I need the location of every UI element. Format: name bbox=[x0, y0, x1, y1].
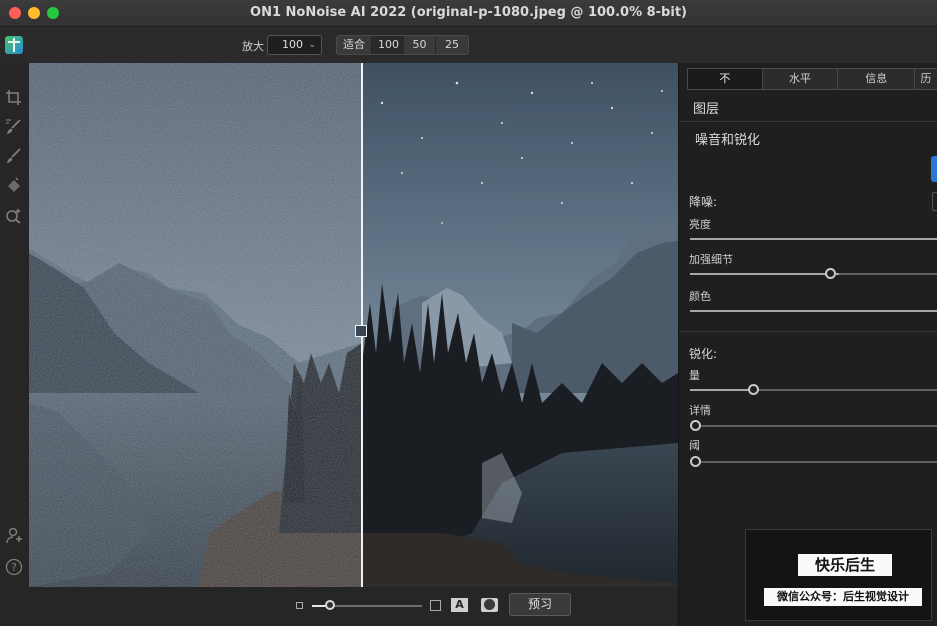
enhance-detail-label: 加强细节 bbox=[689, 253, 733, 266]
zoom-preset-100[interactable]: 100 bbox=[372, 36, 404, 54]
zoom-tool-icon[interactable] bbox=[5, 206, 23, 224]
detail-knob[interactable] bbox=[689, 420, 701, 431]
amount-slider-fill bbox=[690, 389, 755, 391]
masking-brush-icon[interactable] bbox=[5, 147, 23, 165]
panel-tabs: 不 水平 信息 历 bbox=[687, 68, 937, 90]
title-bar: ON1 NoNoise AI 2022 (original-p-1080.jpe… bbox=[0, 0, 937, 27]
tool-sidebar: ? bbox=[0, 63, 29, 588]
divider-handle[interactable] bbox=[355, 325, 367, 337]
amount-label: 量 bbox=[689, 369, 700, 382]
watermark-subtitle: 微信公众号：后生视觉设计 bbox=[764, 588, 922, 606]
retouch-icon[interactable] bbox=[5, 176, 23, 194]
zoom-preset-fit[interactable]: 适合 bbox=[337, 36, 372, 54]
denoise-label: 降噪: bbox=[689, 195, 718, 209]
color-label: 颜色 bbox=[689, 290, 711, 303]
zoom-slider-knob[interactable] bbox=[324, 600, 335, 610]
app-logo-icon bbox=[5, 36, 23, 54]
brush-icon[interactable] bbox=[5, 118, 23, 136]
enhance-detail-knob[interactable] bbox=[825, 268, 837, 279]
window-title: ON1 NoNoise AI 2022 (original-p-1080.jpe… bbox=[250, 5, 687, 20]
zoom-preset-50[interactable]: 50 bbox=[404, 36, 436, 54]
crop-icon[interactable] bbox=[5, 89, 23, 107]
denoise-mode-select[interactable] bbox=[932, 192, 937, 211]
tab-levels[interactable]: 水平 bbox=[762, 69, 839, 89]
threshold-slider[interactable] bbox=[690, 461, 937, 463]
tab-history[interactable]: 历 bbox=[915, 69, 937, 89]
sharpen-label: 锐化: bbox=[689, 347, 718, 361]
noise-sharpen-title[interactable]: 噪音和锐化 bbox=[695, 129, 760, 148]
zoom-preset-group: 适合 100 50 25 bbox=[336, 35, 469, 55]
threshold-label: 阈 bbox=[689, 439, 700, 452]
zoom-in-icon[interactable] bbox=[430, 600, 441, 611]
zoom-out-icon[interactable] bbox=[296, 602, 303, 609]
user-account-icon[interactable] bbox=[5, 527, 23, 545]
luminance-label: 亮度 bbox=[689, 218, 711, 231]
luminance-slider-fill bbox=[690, 238, 937, 240]
zoom-select[interactable]: 100 ⌄ bbox=[267, 35, 322, 55]
detail-label: 详情 bbox=[689, 404, 711, 417]
help-icon[interactable]: ? bbox=[5, 558, 23, 576]
enhance-detail-slider-fill bbox=[690, 273, 839, 275]
chevron-down-icon: ⌄ bbox=[308, 40, 316, 50]
top-toolbar: 放大 100 ⌄ 适合 100 50 25 bbox=[0, 27, 937, 63]
original-photo bbox=[29, 63, 362, 587]
preview-button[interactable]: 预习 bbox=[509, 593, 571, 616]
bottom-bar: A 预习 bbox=[29, 587, 678, 626]
reset-button[interactable] bbox=[931, 156, 937, 182]
section-divider bbox=[679, 121, 937, 122]
mask-view-icon[interactable] bbox=[481, 598, 498, 612]
watermark-title: 快乐后生 bbox=[798, 554, 892, 576]
tab-none[interactable]: 不 bbox=[688, 69, 763, 89]
svg-text:?: ? bbox=[11, 561, 17, 574]
zoom-value: 100 bbox=[282, 38, 303, 51]
detail-slider[interactable] bbox=[690, 425, 937, 427]
text-overlay-toggle[interactable]: A bbox=[451, 598, 468, 612]
amount-knob[interactable] bbox=[748, 384, 760, 395]
photo-canvas[interactable] bbox=[29, 63, 678, 587]
zoom-label: 放大 bbox=[242, 40, 264, 53]
color-slider-fill bbox=[690, 310, 937, 312]
watermark-overlay: 快乐后生 微信公众号：后生视觉设计 bbox=[745, 529, 932, 621]
section-divider-2 bbox=[679, 331, 937, 332]
processed-photo bbox=[362, 63, 678, 587]
threshold-knob[interactable] bbox=[689, 456, 701, 467]
layers-title[interactable]: 图层 bbox=[693, 98, 719, 117]
zoom-preset-25[interactable]: 25 bbox=[436, 36, 468, 54]
tab-info[interactable]: 信息 bbox=[838, 69, 916, 89]
